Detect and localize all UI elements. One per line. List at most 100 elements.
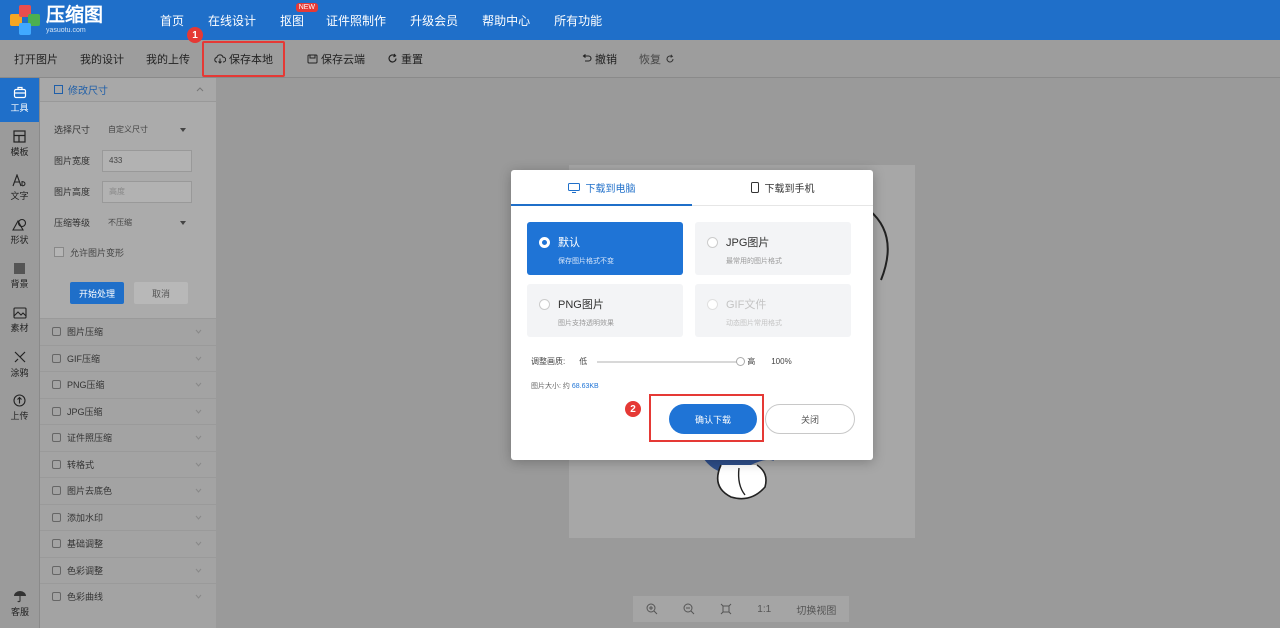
checkbox-box — [54, 247, 64, 257]
feature-menu-item[interactable]: 转格式 — [40, 450, 216, 478]
nav-item-online-design[interactable]: 在线设计 — [208, 12, 256, 29]
rail-item-doodle[interactable]: 涂鸦 — [0, 342, 39, 386]
chevron-down-icon — [195, 435, 202, 441]
format-option-png[interactable]: PNG图片 图片支持透明效果 — [527, 284, 683, 337]
close-dialog-button[interactable]: 关闭 — [765, 404, 855, 434]
compress-level-select[interactable]: 不压缩 — [102, 212, 192, 234]
rail-label-template: 模板 — [10, 147, 29, 157]
quality-slider-handle[interactable] — [736, 356, 746, 366]
logo-mark-icon — [10, 5, 40, 35]
compress-level-value: 不压缩 — [108, 218, 132, 227]
nav-item-upgrade[interactable]: 升级会员 — [410, 12, 458, 29]
feature-menu-item[interactable]: 添加水印 — [40, 503, 216, 531]
fit-screen-icon[interactable] — [720, 603, 732, 615]
feature-menu-item[interactable]: JPG压缩 — [40, 397, 216, 425]
nav-item-id-photo[interactable]: 证件照制作 — [326, 12, 386, 29]
rail-label-upload: 上传 — [10, 411, 29, 421]
rail-item-tools[interactable]: 工具 — [0, 78, 39, 122]
toolbox-icon — [13, 86, 26, 99]
feature-menu-item[interactable]: 图片去底色 — [40, 477, 216, 504]
nav-item-help[interactable]: 帮助中心 — [482, 12, 530, 29]
doodle-icon — [14, 351, 25, 362]
compress-level-row: 压缩等级 不压缩 — [54, 207, 202, 238]
format-option-gif: GIF文件 动态图片常用格式 — [695, 284, 851, 337]
feature-menu-label: 图片去底色 — [67, 486, 113, 497]
save-local-button[interactable]: 保存本地 — [202, 40, 285, 77]
feature-menu-item[interactable]: 图片压缩 — [40, 318, 216, 345]
logo[interactable]: 压缩图 yasuotu.com — [0, 5, 150, 35]
tab-download-mobile[interactable]: 下载到手机 — [692, 170, 873, 205]
feature-icon — [52, 380, 61, 390]
rail-label-material: 素材 — [10, 323, 29, 333]
rail-item-service[interactable]: 客服 — [0, 582, 40, 626]
feature-menu-label: PNG压缩 — [67, 380, 105, 391]
upload-icon — [13, 394, 26, 407]
rail-label-text: 文字 — [10, 191, 29, 201]
cloud-save-icon — [307, 54, 318, 63]
undo-label: 撤销 — [595, 53, 617, 66]
format-option-default[interactable]: 默认 保存图片格式不变 — [527, 222, 683, 275]
main-nav: 首页 在线设计 抠图 NEW 证件照制作 升级会员 帮助中心 所有功能 — [150, 0, 626, 40]
save-local-label: 保存本地 — [229, 53, 273, 66]
feature-menu-item[interactable]: 色彩曲线 — [40, 583, 216, 610]
nav-item-home[interactable]: 首页 — [160, 12, 184, 29]
rail-label-shape: 形状 — [10, 235, 29, 245]
redo-label: 恢复 — [639, 53, 661, 66]
rail-label-background: 背景 — [10, 279, 29, 289]
feature-menu-item[interactable]: GIF压缩 — [40, 344, 216, 372]
feature-menu-label: GIF压缩 — [67, 353, 100, 364]
chevron-down-icon — [195, 329, 202, 335]
width-input[interactable]: 433 — [102, 149, 192, 172]
rail-item-shape[interactable]: 形状 — [0, 210, 39, 254]
rail-item-background[interactable]: 背景 — [0, 254, 39, 298]
my-upload-button[interactable]: 我的上传 — [146, 51, 190, 67]
nav-item-cutout[interactable]: 抠图 NEW — [280, 2, 319, 29]
format-option-jpg[interactable]: JPG图片 最常用的图片格式 — [695, 222, 851, 275]
feature-icon — [52, 433, 61, 443]
rail-item-material[interactable]: 素材 — [0, 298, 39, 342]
rail-item-text[interactable]: 文字 — [0, 166, 39, 210]
side-panel: 修改尺寸 选择尺寸 自定义尺寸 图片宽度 433 图片高度 高度 压缩等级 不压… — [40, 78, 216, 628]
redo-button[interactable]: 恢复 — [639, 51, 678, 67]
height-label: 图片高度 — [54, 187, 91, 197]
allow-deform-label: 允许图片变形 — [70, 247, 125, 258]
my-design-button[interactable]: 我的设计 — [80, 51, 124, 67]
feature-icon — [52, 512, 61, 522]
undo-button[interactable]: 撤销 — [581, 51, 617, 67]
start-process-button[interactable]: 开始处理 — [70, 282, 124, 304]
rail-item-upload[interactable]: 上传 — [0, 386, 39, 430]
open-image-button[interactable]: 打开图片 — [14, 51, 58, 67]
size-select[interactable]: 自定义尺寸 — [102, 119, 192, 141]
caret-down-icon — [180, 127, 186, 132]
rail-label-tools: 工具 — [10, 103, 29, 113]
zoom-in-icon[interactable] — [646, 603, 658, 615]
feature-menu-item[interactable]: 色彩调整 — [40, 556, 216, 584]
format-option-desc: 动态图片常用格式 — [726, 320, 782, 327]
resize-section-header[interactable]: 修改尺寸 — [40, 78, 216, 102]
actual-size-button[interactable]: 1:1 — [757, 604, 771, 615]
height-input[interactable]: 高度 — [102, 180, 192, 203]
quality-slider[interactable] — [597, 356, 746, 366]
switch-view-button[interactable]: 切换视图 — [796, 602, 836, 617]
reset-button[interactable]: 重置 — [387, 51, 423, 67]
new-badge: NEW — [295, 2, 319, 12]
editor-toolbar: 打开图片 我的设计 我的上传 保存本地 保存云端 重置 撤销 恢复 — [0, 40, 1280, 78]
feature-menu-item[interactable]: 基础调整 — [40, 530, 216, 557]
feature-menu-label: 色彩曲线 — [67, 592, 104, 603]
save-cloud-button[interactable]: 保存云端 — [307, 51, 365, 67]
tab-download-pc[interactable]: 下载到电脑 — [511, 170, 692, 206]
compress-level-label: 压缩等级 — [54, 218, 91, 228]
tab-download-pc-label: 下载到电脑 — [585, 184, 636, 195]
save-cloud-label: 保存云端 — [321, 53, 365, 66]
cancel-process-button[interactable]: 取消 — [134, 282, 188, 304]
nav-item-all-features[interactable]: 所有功能 — [554, 12, 602, 29]
allow-deform-checkbox[interactable]: 允许图片变形 — [54, 240, 202, 264]
height-row: 图片高度 高度 — [54, 176, 202, 207]
monitor-icon — [567, 182, 580, 193]
feature-menu-item[interactable]: 证件照压缩 — [40, 424, 216, 451]
logo-subtitle: yasuotu.com — [46, 27, 86, 34]
rail-item-template[interactable]: 模板 — [0, 122, 39, 166]
feature-menu-item[interactable]: PNG压缩 — [40, 371, 216, 398]
feature-menu-label: 色彩调整 — [67, 565, 104, 576]
zoom-out-icon[interactable] — [683, 603, 695, 615]
